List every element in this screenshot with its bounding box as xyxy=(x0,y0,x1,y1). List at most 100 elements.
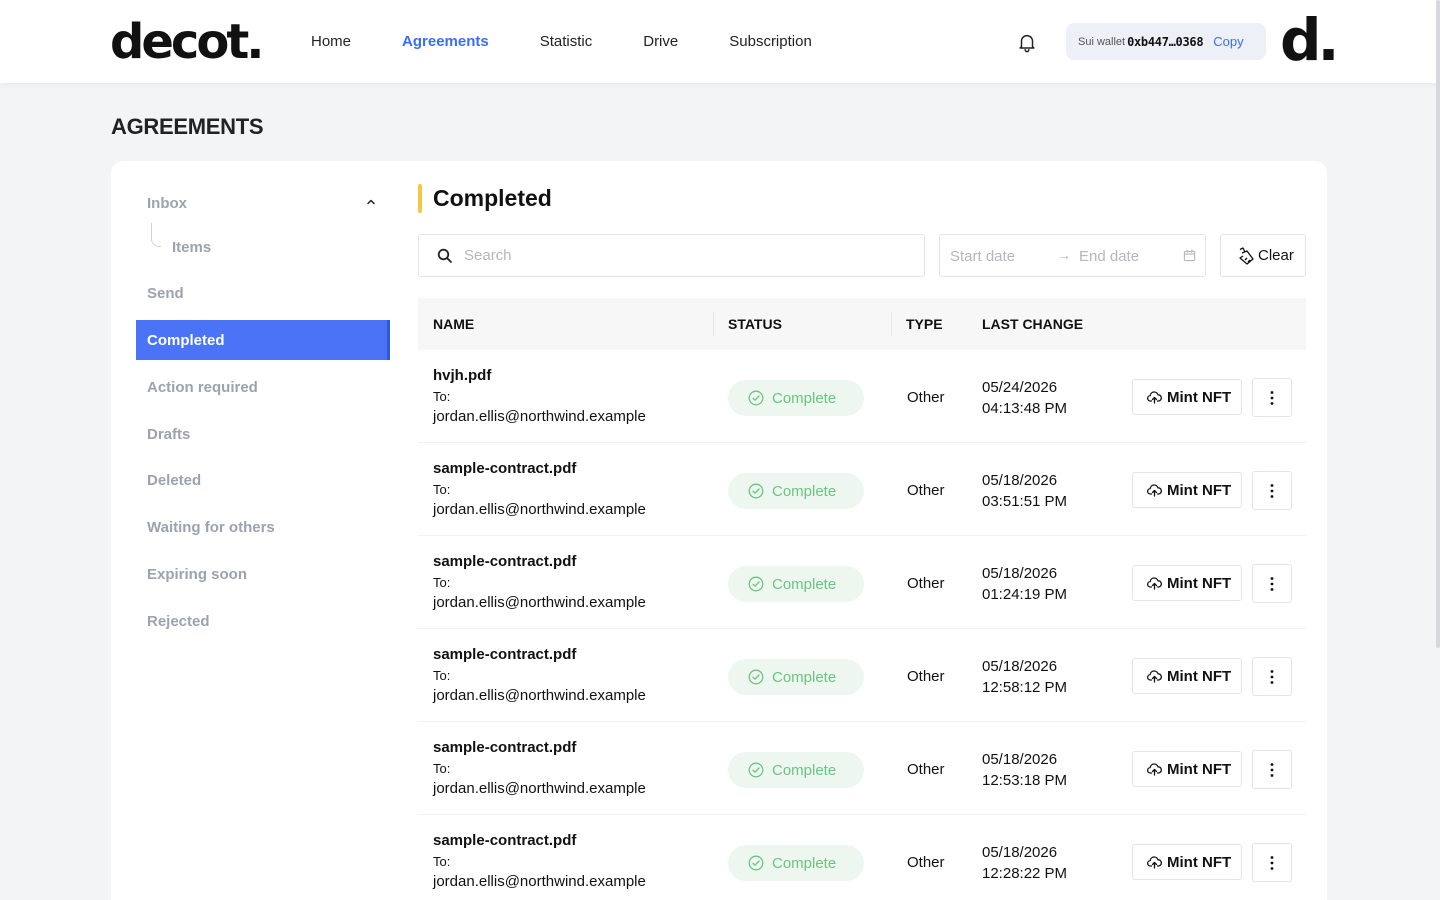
end-date-input[interactable]: End date xyxy=(1079,248,1139,265)
recipient-label: To: xyxy=(433,854,451,869)
file-name[interactable]: sample-contract.pdf xyxy=(433,831,646,851)
mint-nft-button[interactable]: Mint NFT xyxy=(1132,844,1242,880)
table-row[interactable]: sample-contract.pdf To: jordan.ellis@nor… xyxy=(418,443,1306,536)
tree-connector xyxy=(151,223,161,247)
clear-button[interactable]: Clear xyxy=(1220,234,1306,277)
nav-statistic[interactable]: Statistic xyxy=(540,33,593,50)
more-options-button[interactable] xyxy=(1252,750,1292,789)
more-options-button[interactable] xyxy=(1252,378,1292,417)
sidebar-item-label: Deleted xyxy=(147,471,202,489)
broom-icon xyxy=(1239,246,1254,265)
cloud-upload-icon xyxy=(1147,762,1162,776)
mint-nft-button[interactable]: Mint NFT xyxy=(1132,472,1242,508)
mint-nft-button[interactable]: Mint NFT xyxy=(1132,565,1242,601)
sidebar-item-drafts[interactable]: Drafts xyxy=(136,414,390,454)
last-change-date: 05/18/2026 xyxy=(982,565,1058,582)
page-scrollbar[interactable] xyxy=(1436,0,1440,648)
more-options-button[interactable] xyxy=(1252,657,1292,696)
more-options-button[interactable] xyxy=(1252,564,1292,603)
table-row[interactable]: sample-contract.pdf To: jordan.ellis@nor… xyxy=(418,722,1306,815)
column-header-type[interactable]: TYPE xyxy=(906,316,943,332)
name-cell: sample-contract.pdf To: jordan.ellis@nor… xyxy=(433,738,646,799)
avatar[interactable]: d. xyxy=(1280,5,1340,75)
mint-nft-button[interactable]: Mint NFT xyxy=(1132,658,1242,694)
status-badge: Complete xyxy=(728,473,864,509)
sidebar-item-waiting[interactable]: Waiting for others xyxy=(136,507,390,547)
sidebar-item-label: Items xyxy=(172,238,212,256)
status-label: Complete xyxy=(772,482,837,500)
nav-drive[interactable]: Drive xyxy=(643,33,678,50)
search-input[interactable] xyxy=(464,247,884,264)
nav-subscription[interactable]: Subscription xyxy=(729,33,812,50)
cloud-upload-icon xyxy=(1147,576,1162,590)
status-badge: Complete xyxy=(728,752,864,788)
type-cell: Other xyxy=(907,575,945,592)
bell-icon[interactable] xyxy=(1016,30,1038,54)
app-logo[interactable]: decot. xyxy=(110,14,265,70)
last-change-date: 05/18/2026 xyxy=(982,844,1058,861)
date-range-picker[interactable]: Start date → End date xyxy=(939,234,1206,277)
last-change-time: 12:53:18 PM xyxy=(982,772,1068,789)
name-cell: hvjh.pdf To: jordan.ellis@northwind.exam… xyxy=(433,366,646,427)
column-header-status[interactable]: STATUS xyxy=(728,316,782,332)
mint-nft-label: Mint NFT xyxy=(1167,667,1232,685)
file-name[interactable]: sample-contract.pdf xyxy=(433,645,646,665)
status-label: Complete xyxy=(772,668,837,686)
name-cell: sample-contract.pdf To: jordan.ellis@nor… xyxy=(433,459,646,520)
last-change-time: 12:28:22 PM xyxy=(982,865,1068,882)
sidebar-item-inbox[interactable]: Inbox xyxy=(136,183,390,223)
check-circle-icon xyxy=(748,390,764,406)
recipient-email: jordan.ellis@northwind.example xyxy=(433,780,646,797)
more-options-button[interactable] xyxy=(1252,843,1292,882)
column-header-last-change[interactable]: LAST CHANGE xyxy=(982,316,1083,332)
cloud-upload-icon xyxy=(1147,669,1162,683)
table-row[interactable]: sample-contract.pdf To: jordan.ellis@nor… xyxy=(418,629,1306,722)
column-divider xyxy=(713,312,714,336)
last-change-cell: 05/24/2026 04:13:48 PM xyxy=(982,377,1067,419)
recipient-label: To: xyxy=(433,668,451,683)
chevron-up-icon xyxy=(367,199,375,205)
more-vertical-icon xyxy=(1270,762,1274,777)
wallet-address: 0xb447…0368 xyxy=(1127,34,1204,49)
check-circle-icon xyxy=(748,855,764,871)
status-label: Complete xyxy=(772,854,837,872)
nav-home[interactable]: Home xyxy=(311,33,351,50)
mint-nft-button[interactable]: Mint NFT xyxy=(1132,751,1242,787)
cloud-upload-icon xyxy=(1147,390,1162,404)
nav-agreements[interactable]: Agreements xyxy=(402,33,489,50)
file-name[interactable]: sample-contract.pdf xyxy=(433,552,646,572)
type-cell: Other xyxy=(907,482,945,499)
sidebar-item-deleted[interactable]: Deleted xyxy=(136,460,390,500)
file-name[interactable]: sample-contract.pdf xyxy=(433,738,646,758)
sidebar-item-action-required[interactable]: Action required xyxy=(136,367,390,407)
search-box xyxy=(418,234,925,277)
last-change-time: 01:24:19 PM xyxy=(982,586,1068,603)
search-icon xyxy=(437,248,452,263)
type-cell: Other xyxy=(907,854,945,871)
mint-nft-button[interactable]: Mint NFT xyxy=(1132,379,1242,415)
agreements-card: Inbox Items Send Completed Action requir… xyxy=(111,161,1327,900)
status-badge: Complete xyxy=(728,845,864,881)
start-date-input[interactable]: Start date xyxy=(950,248,1015,265)
main-nav: Home Agreements Statistic Drive Subscrip… xyxy=(311,0,863,83)
table-row[interactable]: sample-contract.pdf To: jordan.ellis@nor… xyxy=(418,815,1306,900)
file-name[interactable]: sample-contract.pdf xyxy=(433,459,646,479)
last-change-time: 03:51:51 PM xyxy=(982,493,1068,510)
last-change-cell: 05/18/2026 12:53:18 PM xyxy=(982,749,1067,791)
mint-nft-label: Mint NFT xyxy=(1167,853,1232,871)
file-name[interactable]: hvjh.pdf xyxy=(433,366,646,386)
sidebar-item-rejected[interactable]: Rejected xyxy=(136,601,390,641)
table-row[interactable]: sample-contract.pdf To: jordan.ellis@nor… xyxy=(418,536,1306,629)
table-header: NAME STATUS TYPE LAST CHANGE xyxy=(418,298,1306,350)
copy-address-button[interactable]: Copy xyxy=(1213,34,1243,49)
sidebar-item-items[interactable]: Items xyxy=(161,227,390,267)
table-row[interactable]: hvjh.pdf To: jordan.ellis@northwind.exam… xyxy=(418,350,1306,443)
sidebar-item-send[interactable]: Send xyxy=(136,273,390,313)
sidebar-item-expiring[interactable]: Expiring soon xyxy=(136,554,390,594)
more-options-button[interactable] xyxy=(1252,471,1292,510)
column-header-name[interactable]: NAME xyxy=(433,316,474,332)
status-label: Complete xyxy=(772,389,837,407)
sidebar-item-completed[interactable]: Completed xyxy=(136,320,390,360)
more-vertical-icon xyxy=(1270,390,1274,405)
cloud-upload-icon xyxy=(1147,483,1162,497)
